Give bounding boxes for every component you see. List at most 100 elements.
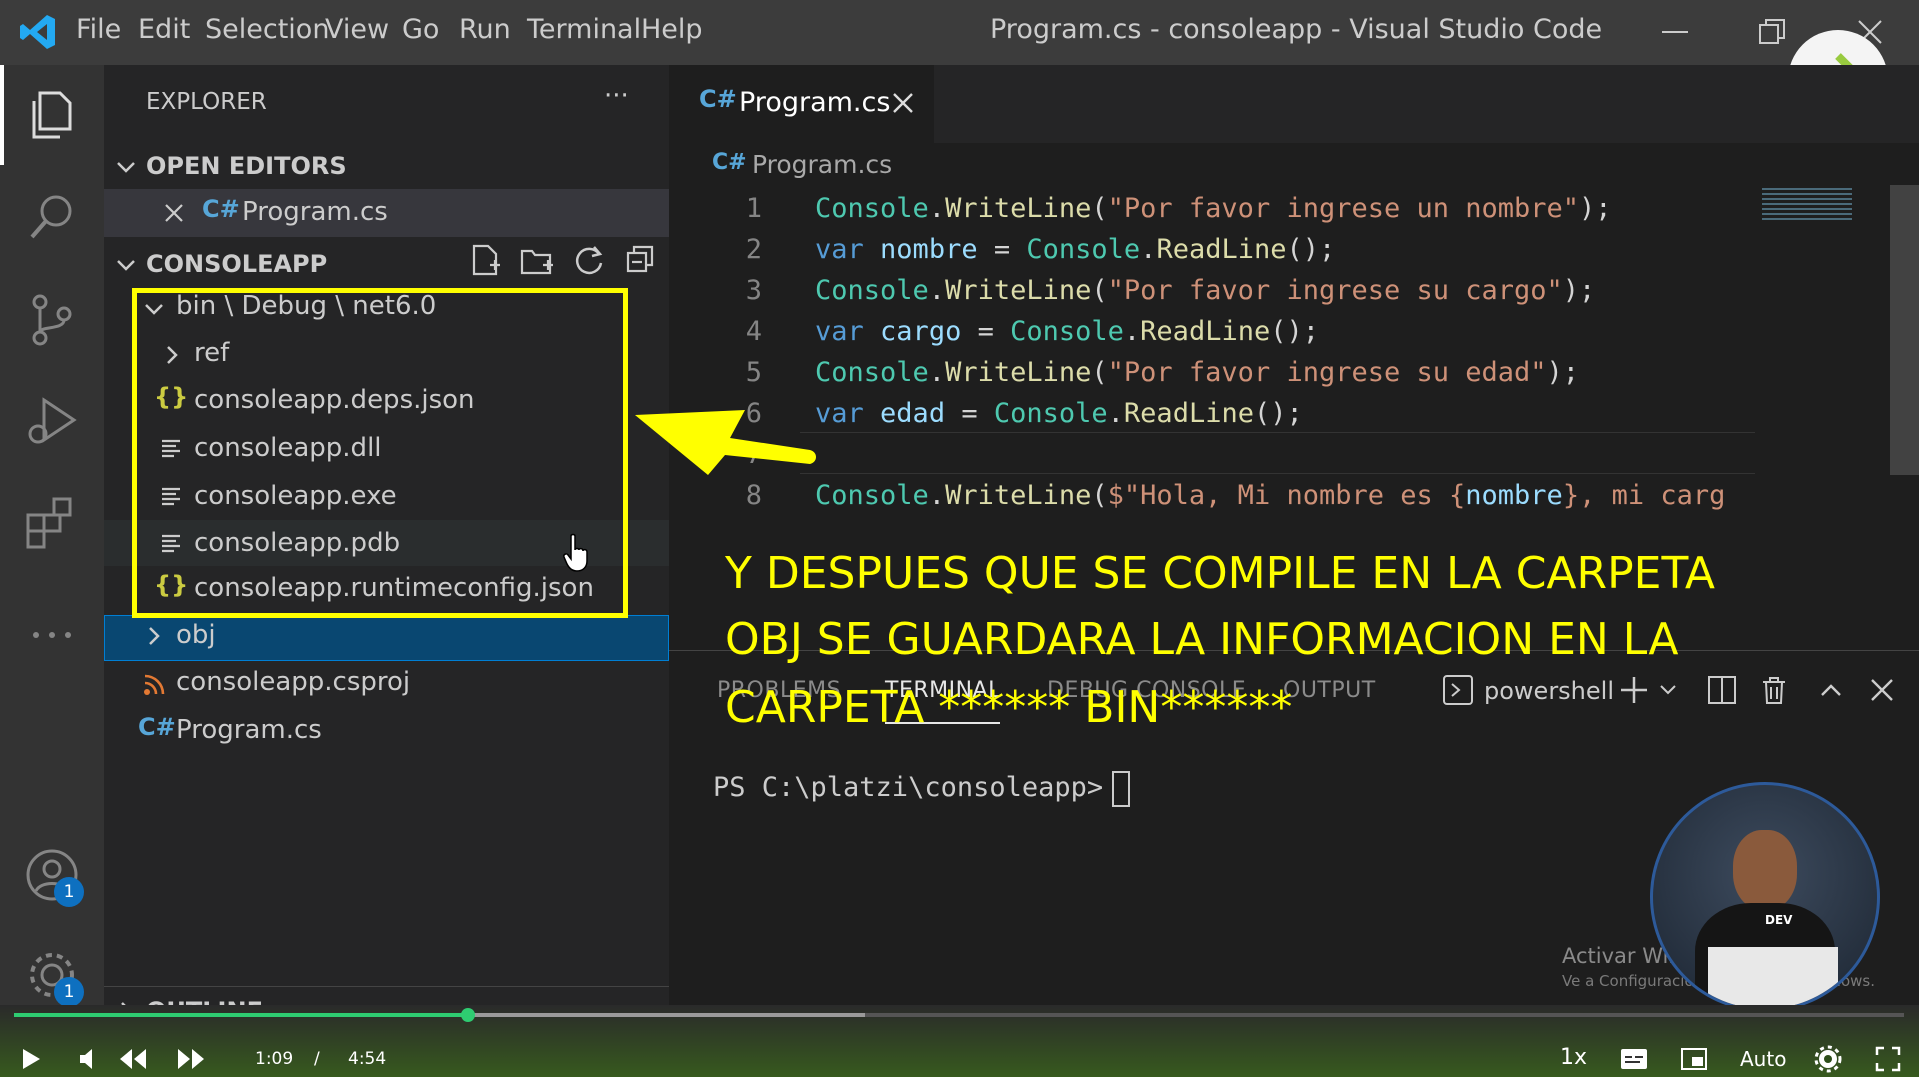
add-terminal-icon[interactable]: [1618, 674, 1650, 706]
explorer-title: EXPLORER: [146, 89, 267, 115]
active-indicator: [0, 65, 4, 165]
minimize-icon[interactable]: [1660, 20, 1690, 44]
captions-icon[interactable]: [1620, 1047, 1648, 1071]
menu-help[interactable]: Help: [641, 14, 703, 45]
token: Console: [1026, 234, 1141, 265]
window-title: Program.cs - consoleapp - Visual Studio …: [990, 14, 1603, 45]
line-number: 4: [745, 316, 762, 347]
menu-terminal[interactable]: Terminal: [527, 14, 641, 45]
trash-icon[interactable]: [1758, 674, 1790, 706]
minimap[interactable]: [1762, 185, 1852, 221]
menu-run[interactable]: Run: [459, 14, 511, 45]
token: "Por favor ingrese su edad": [1107, 357, 1547, 388]
rewind-icon[interactable]: [118, 1047, 148, 1071]
token: (: [1091, 480, 1108, 511]
close-panel-icon[interactable]: [1868, 676, 1896, 704]
code-line-3[interactable]: Console.WriteLine("Por favor ingrese su …: [815, 275, 1595, 306]
close-editor-icon[interactable]: [162, 201, 186, 225]
menu-file[interactable]: File: [76, 14, 121, 45]
progress-bar: [14, 1013, 468, 1017]
code-line-5[interactable]: Console.WriteLine("Por favor ingrese su …: [815, 357, 1579, 388]
editor-scrollbar[interactable]: [1890, 185, 1919, 475]
code-line-4[interactable]: var cargo = Console.ReadLine();: [815, 316, 1319, 347]
chevron-up-icon[interactable]: [1818, 678, 1844, 704]
terminal-prompt[interactable]: PS C:\platzi\consoleapp>: [713, 772, 1103, 803]
code-line-2[interactable]: var nombre = Console.ReadLine();: [815, 234, 1335, 265]
close-tab-icon[interactable]: [891, 91, 915, 115]
extensions-icon[interactable]: [22, 493, 82, 553]
new-file-icon[interactable]: [468, 243, 502, 277]
restore-icon[interactable]: [1758, 18, 1786, 46]
open-editors-header[interactable]: OPEN EDITORS: [146, 152, 347, 180]
search-icon[interactable]: [22, 187, 82, 247]
open-editor-label: Program.cs: [242, 197, 388, 227]
terminal-name[interactable]: powershell: [1484, 677, 1614, 705]
breadcrumb[interactable]: Program.cs: [752, 150, 892, 179]
explorer-more-button[interactable]: ···: [604, 81, 629, 111]
collapse-all-icon[interactable]: [624, 243, 658, 277]
token: ReadLine: [1156, 234, 1287, 265]
menu-selection[interactable]: Selection: [205, 14, 329, 45]
tab-label: Program.cs: [739, 87, 891, 118]
token: var: [815, 316, 864, 347]
code-line-1[interactable]: Console.WriteLine("Por favor ingrese un …: [815, 193, 1612, 224]
line-number: 5: [745, 357, 762, 388]
code-line-8[interactable]: Console.WriteLine($"Hola, Mi nombre es {…: [815, 480, 1725, 511]
line-number: 1: [745, 193, 762, 224]
accounts-badge: 1: [54, 877, 84, 907]
speed-button[interactable]: 1x: [1560, 1045, 1587, 1070]
chevron-right-icon[interactable]: [142, 624, 166, 648]
duration: 4:54: [348, 1049, 387, 1069]
token: WriteLine: [945, 357, 1092, 388]
more-icon[interactable]: [22, 605, 82, 665]
folder-obj[interactable]: obj: [176, 620, 216, 650]
run-debug-icon[interactable]: [22, 390, 82, 450]
token: $"Hola, Mi nombre es {: [1107, 480, 1466, 511]
progress-knob[interactable]: [460, 1008, 475, 1022]
chevron-down-icon[interactable]: [114, 155, 138, 179]
annotation-line-2: OBJ SE GUARDARA LA INFORMACION EN LA: [725, 614, 1679, 665]
picture-in-picture-icon[interactable]: [1680, 1047, 1708, 1071]
chevron-down-icon[interactable]: [1658, 680, 1678, 700]
file-program-cs[interactable]: Program.cs: [176, 715, 322, 745]
volume-icon[interactable]: [78, 1047, 104, 1071]
token: =: [961, 316, 1011, 347]
quality-button[interactable]: Auto: [1740, 1047, 1786, 1071]
menu-view[interactable]: View: [325, 14, 389, 45]
fullscreen-icon[interactable]: [1874, 1045, 1902, 1073]
chevron-down-icon[interactable]: [114, 253, 138, 277]
explorer-icon[interactable]: [22, 85, 82, 145]
source-control-icon[interactable]: [22, 290, 82, 350]
play-icon[interactable]: [20, 1047, 42, 1071]
fast-forward-icon[interactable]: [176, 1047, 206, 1071]
arrow-annotation-icon: [635, 410, 816, 475]
token: .: [1107, 398, 1124, 429]
menu-edit[interactable]: Edit: [138, 14, 190, 45]
time-separator: /: [314, 1049, 320, 1069]
settings-gear-icon[interactable]: [1814, 1045, 1842, 1073]
token: ReadLine: [1140, 316, 1271, 347]
code-line-6[interactable]: var edad = Console.ReadLine();: [815, 398, 1303, 429]
refresh-icon[interactable]: [572, 243, 606, 277]
project-header[interactable]: CONSOLEAPP: [146, 250, 327, 278]
token: );: [1562, 275, 1596, 306]
csharp-file-icon: C#: [138, 713, 176, 741]
settings-badge: 1: [54, 977, 84, 1007]
terminal-icon: [1443, 675, 1473, 705]
token: nombre: [1465, 480, 1563, 511]
current-time: 1:09: [255, 1049, 294, 1069]
token: WriteLine: [945, 275, 1092, 306]
menu-go[interactable]: Go: [402, 14, 439, 45]
new-folder-icon[interactable]: [519, 243, 555, 277]
split-terminal-icon[interactable]: [1706, 674, 1738, 706]
shirt-label: DEV: [1765, 913, 1793, 927]
token: =: [977, 234, 1027, 265]
file-csproj[interactable]: consoleapp.csproj: [176, 667, 410, 697]
token: );: [1579, 193, 1612, 224]
annotation-line-3: CARPETA ****** BIN******: [725, 682, 1293, 733]
token: ();: [1286, 234, 1336, 265]
tab-program-cs[interactable]: C# Program.cs: [669, 65, 934, 143]
panel-tab-output[interactable]: OUTPUT: [1283, 678, 1376, 703]
